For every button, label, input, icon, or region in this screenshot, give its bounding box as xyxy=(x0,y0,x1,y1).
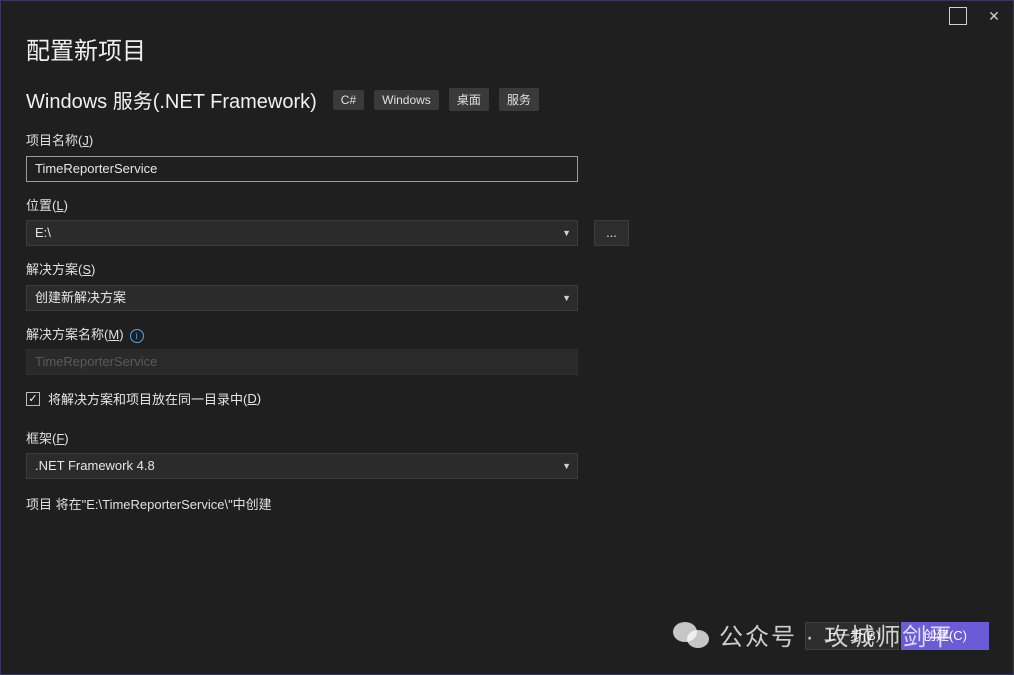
solution-label-text: 解决方案( xyxy=(26,262,83,277)
solution-label: 解决方案(S) xyxy=(26,259,95,278)
same-directory-label-end: ) xyxy=(256,391,262,406)
wechat-icon xyxy=(673,620,711,650)
solution-value: 创建新解决方案 xyxy=(35,290,127,305)
chevron-down-icon: ▼ xyxy=(562,293,571,303)
location-label: 位置(L) xyxy=(26,195,68,214)
close-icon: ✕ xyxy=(988,7,1000,24)
watermark-text: 公众号 · 攻城师剑平 xyxy=(719,624,955,651)
solution-name-label: 解决方案名称(M) i xyxy=(26,324,144,343)
project-name-value: TimeReporterService xyxy=(35,161,158,176)
project-name-input[interactable]: TimeReporterService xyxy=(26,156,578,182)
project-name-label-end: ) xyxy=(88,133,94,148)
page-title: 配置新项目 xyxy=(26,38,146,65)
close-button[interactable]: ✕ xyxy=(985,7,1003,25)
solution-name-placeholder: TimeReporterService xyxy=(35,354,158,369)
framework-value: .NET Framework 4.8 xyxy=(35,458,155,473)
solution-dropdown[interactable]: 创建新解决方案 ▼ xyxy=(26,285,578,311)
same-directory-option[interactable]: ✓ 将解决方案和项目放在同一目录中(D) xyxy=(26,389,261,408)
maximize-button[interactable] xyxy=(949,7,967,25)
maximize-icon xyxy=(949,7,967,25)
tag-desktop: 桌面 xyxy=(448,88,489,111)
solution-name-label-text: 解决方案名称( xyxy=(26,327,109,342)
tag-language: C# xyxy=(332,89,365,110)
project-path-note: 项目 将在"E:\TimeReporterService\"中创建 xyxy=(26,497,272,512)
watermark: 公众号 · 攻城师剑平 xyxy=(673,617,954,652)
solution-name-label-key: M xyxy=(108,327,120,342)
tag-platform: Windows xyxy=(374,89,439,110)
dialog-window: ✕ 配置新项目 Windows 服务(.NET Framework) C# Wi… xyxy=(0,0,1014,675)
template-name: Windows 服务(.NET Framework) xyxy=(26,91,317,113)
project-name-label-text: 项目名称( xyxy=(26,133,83,148)
window-controls: ✕ xyxy=(949,7,1003,25)
solution-label-end: ) xyxy=(91,262,96,277)
template-header: Windows 服务(.NET Framework) C# Windows 桌面… xyxy=(26,85,549,114)
location-label-end: ) xyxy=(63,198,68,213)
solution-name-input: TimeReporterService xyxy=(26,349,578,375)
location-combobox[interactable]: E:\ ▼ xyxy=(26,220,578,246)
framework-label-text: 框架( xyxy=(26,431,57,446)
info-icon[interactable]: i xyxy=(129,328,144,343)
checkmark-icon: ✓ xyxy=(28,393,38,405)
same-directory-label-key: D xyxy=(247,391,257,406)
tag-service: 服务 xyxy=(498,88,539,111)
framework-label: 框架(F) xyxy=(26,428,69,447)
solution-label-key: S xyxy=(82,262,92,277)
chevron-down-icon: ▼ xyxy=(562,461,571,471)
location-label-key: L xyxy=(56,198,64,213)
solution-name-label-end: ) xyxy=(119,327,124,342)
location-value: E:\ xyxy=(35,225,51,240)
same-directory-checkbox[interactable]: ✓ xyxy=(26,391,40,406)
location-label-text: 位置( xyxy=(26,198,57,213)
chevron-down-icon: ▼ xyxy=(562,228,571,238)
same-directory-label-text: 将解决方案和项目放在同一目录中( xyxy=(48,392,248,407)
browse-button[interactable]: ... xyxy=(594,220,629,246)
project-name-label: 项目名称(J) xyxy=(26,130,93,149)
framework-label-end: ) xyxy=(64,431,69,446)
framework-dropdown[interactable]: .NET Framework 4.8 ▼ xyxy=(26,453,578,479)
